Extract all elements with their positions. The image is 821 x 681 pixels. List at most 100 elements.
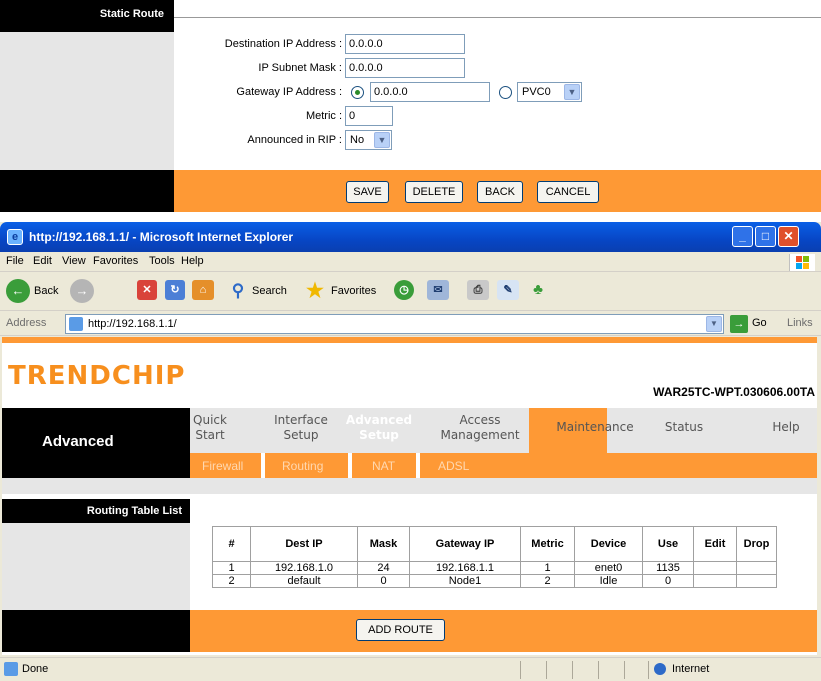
- close-icon[interactable]: ✕: [778, 226, 799, 247]
- home-icon[interactable]: ⌂: [192, 280, 214, 300]
- rip-select[interactable]: No ▼: [345, 130, 392, 150]
- pvc-select-value: PVC0: [522, 86, 551, 98]
- dest-ip-label: Destination IP Address :: [224, 38, 342, 50]
- minimize-icon[interactable]: _: [732, 226, 753, 247]
- go-label[interactable]: Go: [752, 317, 767, 329]
- cancel-button[interactable]: CANCEL: [537, 181, 599, 203]
- cell: 0: [357, 574, 410, 588]
- search-button[interactable]: ⚲ Search: [226, 279, 296, 305]
- subnav-adsl[interactable]: ADSL: [438, 459, 469, 473]
- footer-bar: SAVE DELETE BACK CANCEL: [174, 170, 821, 212]
- gateway-ip-radio[interactable]: [351, 86, 364, 99]
- divider: [546, 661, 547, 679]
- tab-advanced-setup[interactable]: Advanced Setup: [340, 413, 418, 443]
- gateway-ip-input[interactable]: [370, 82, 490, 102]
- menu-edit[interactable]: Edit: [33, 255, 52, 267]
- pvc-radio[interactable]: [499, 86, 512, 99]
- table-header-row: # Dest IP Mask Gateway IP Metric Device …: [212, 526, 777, 562]
- subnet-mask-label: IP Subnet Mask :: [258, 62, 342, 74]
- drop-cell[interactable]: [736, 574, 777, 588]
- print-icon[interactable]: ⎙: [467, 280, 489, 300]
- menu-view[interactable]: View: [62, 255, 86, 267]
- go-arrow-icon[interactable]: →: [730, 315, 748, 333]
- messenger-icon[interactable]: ♣: [527, 280, 549, 300]
- tab-access-management[interactable]: Access Management: [428, 413, 532, 443]
- table-row: 2 default 0 Node1 2 Idle 0: [212, 574, 777, 588]
- favorites-button[interactable]: ★ Favorites: [303, 279, 389, 305]
- chevron-down-icon[interactable]: ▼: [706, 316, 722, 332]
- divider: [520, 661, 521, 679]
- divider: [572, 661, 573, 679]
- cell: 2: [520, 574, 575, 588]
- back-button[interactable]: ← Back: [6, 279, 64, 305]
- delete-button[interactable]: DELETE: [405, 181, 463, 203]
- tab-interface-setup[interactable]: Interface Setup: [264, 413, 338, 443]
- maximize-icon[interactable]: □: [755, 226, 776, 247]
- tab-maintenance[interactable]: Maintenance: [544, 420, 646, 435]
- cell: 24: [357, 561, 410, 575]
- back-button[interactable]: BACK: [477, 181, 523, 203]
- toolbar: ← Back → ✕ ↻ ⌂ ⚲ Search ★ Favorites ◷ ✉ …: [0, 273, 821, 311]
- footer-left-bg: [0, 170, 174, 212]
- subnav-routing[interactable]: Routing: [282, 459, 323, 473]
- cell: Node1: [409, 574, 521, 588]
- window-title: http://192.168.1.1/ - Microsoft Internet…: [29, 230, 294, 244]
- menu-bar: File Edit View Favorites Tools Help: [0, 252, 821, 272]
- divider: [598, 661, 599, 679]
- address-input[interactable]: http://192.168.1.1/ ▼: [65, 314, 724, 334]
- forward-arrow-icon: →: [70, 279, 94, 303]
- ie-page-icon: e: [7, 229, 23, 245]
- tab-label: Management: [440, 428, 520, 442]
- model-label: WAR25TC-WPT.030606.00TA: [653, 385, 815, 399]
- menu-file[interactable]: File: [6, 255, 24, 267]
- tab-help[interactable]: Help: [758, 420, 814, 435]
- cell: default: [250, 574, 358, 588]
- drop-cell[interactable]: [736, 561, 777, 575]
- add-route-button[interactable]: ADD ROUTE: [356, 619, 445, 641]
- chevron-down-icon: ▼: [374, 132, 390, 148]
- globe-icon: [654, 663, 666, 675]
- search-label: Search: [252, 285, 287, 297]
- subnav-firewall[interactable]: Firewall: [202, 459, 243, 473]
- forward-button[interactable]: →: [70, 279, 106, 305]
- tab-quick-start[interactable]: Quick Start: [190, 413, 230, 443]
- cell: 1: [520, 561, 575, 575]
- subnet-mask-input[interactable]: [345, 58, 465, 78]
- links-label[interactable]: Links: [787, 317, 813, 329]
- main-nav: Quick Start Interface Setup Advanced Set…: [190, 408, 817, 453]
- mail-icon[interactable]: ✉: [427, 280, 449, 300]
- back-label: Back: [34, 285, 59, 297]
- tab-label: Setup: [283, 428, 319, 442]
- edit-cell[interactable]: [693, 561, 737, 575]
- tab-label: Interface: [274, 413, 328, 427]
- cell: 192.168.1.1: [409, 561, 521, 575]
- dest-ip-input[interactable]: [345, 34, 465, 54]
- windows-logo-icon: [789, 254, 815, 271]
- static-route-panel: Static Route Destination IP Address : IP…: [0, 0, 821, 212]
- page-content: TRENDCHIP WAR25TC-WPT.030606.00TA Advanc…: [2, 337, 817, 655]
- spacer-strip: [2, 478, 817, 494]
- edit-cell[interactable]: [693, 574, 737, 588]
- pvc-select[interactable]: PVC0 ▼: [517, 82, 582, 102]
- divider: [648, 661, 649, 679]
- metric-input[interactable]: [345, 106, 393, 126]
- footer-left-bg: [2, 610, 190, 652]
- address-value: http://192.168.1.1/: [88, 318, 177, 330]
- sub-nav: Firewall Routing NAT ADSL: [190, 453, 817, 478]
- divider: [348, 453, 352, 478]
- title-bar: e http://192.168.1.1/ - Microsoft Intern…: [0, 222, 821, 252]
- menu-favorites[interactable]: Favorites: [93, 255, 138, 267]
- col-device: Device: [574, 526, 643, 562]
- subnav-nat[interactable]: NAT: [372, 459, 395, 473]
- history-icon[interactable]: ◷: [394, 280, 414, 300]
- save-button[interactable]: SAVE: [346, 181, 389, 203]
- refresh-icon[interactable]: ↻: [165, 280, 185, 300]
- stop-icon[interactable]: ✕: [137, 280, 157, 300]
- routing-table-title: Routing Table List: [86, 505, 182, 517]
- menu-tools[interactable]: Tools: [149, 255, 175, 267]
- tab-status[interactable]: Status: [654, 420, 714, 435]
- menu-help[interactable]: Help: [181, 255, 204, 267]
- edit-icon[interactable]: ✎: [497, 280, 519, 300]
- back-arrow-icon: ←: [6, 279, 30, 303]
- routing-table: # Dest IP Mask Gateway IP Metric Device …: [212, 526, 777, 588]
